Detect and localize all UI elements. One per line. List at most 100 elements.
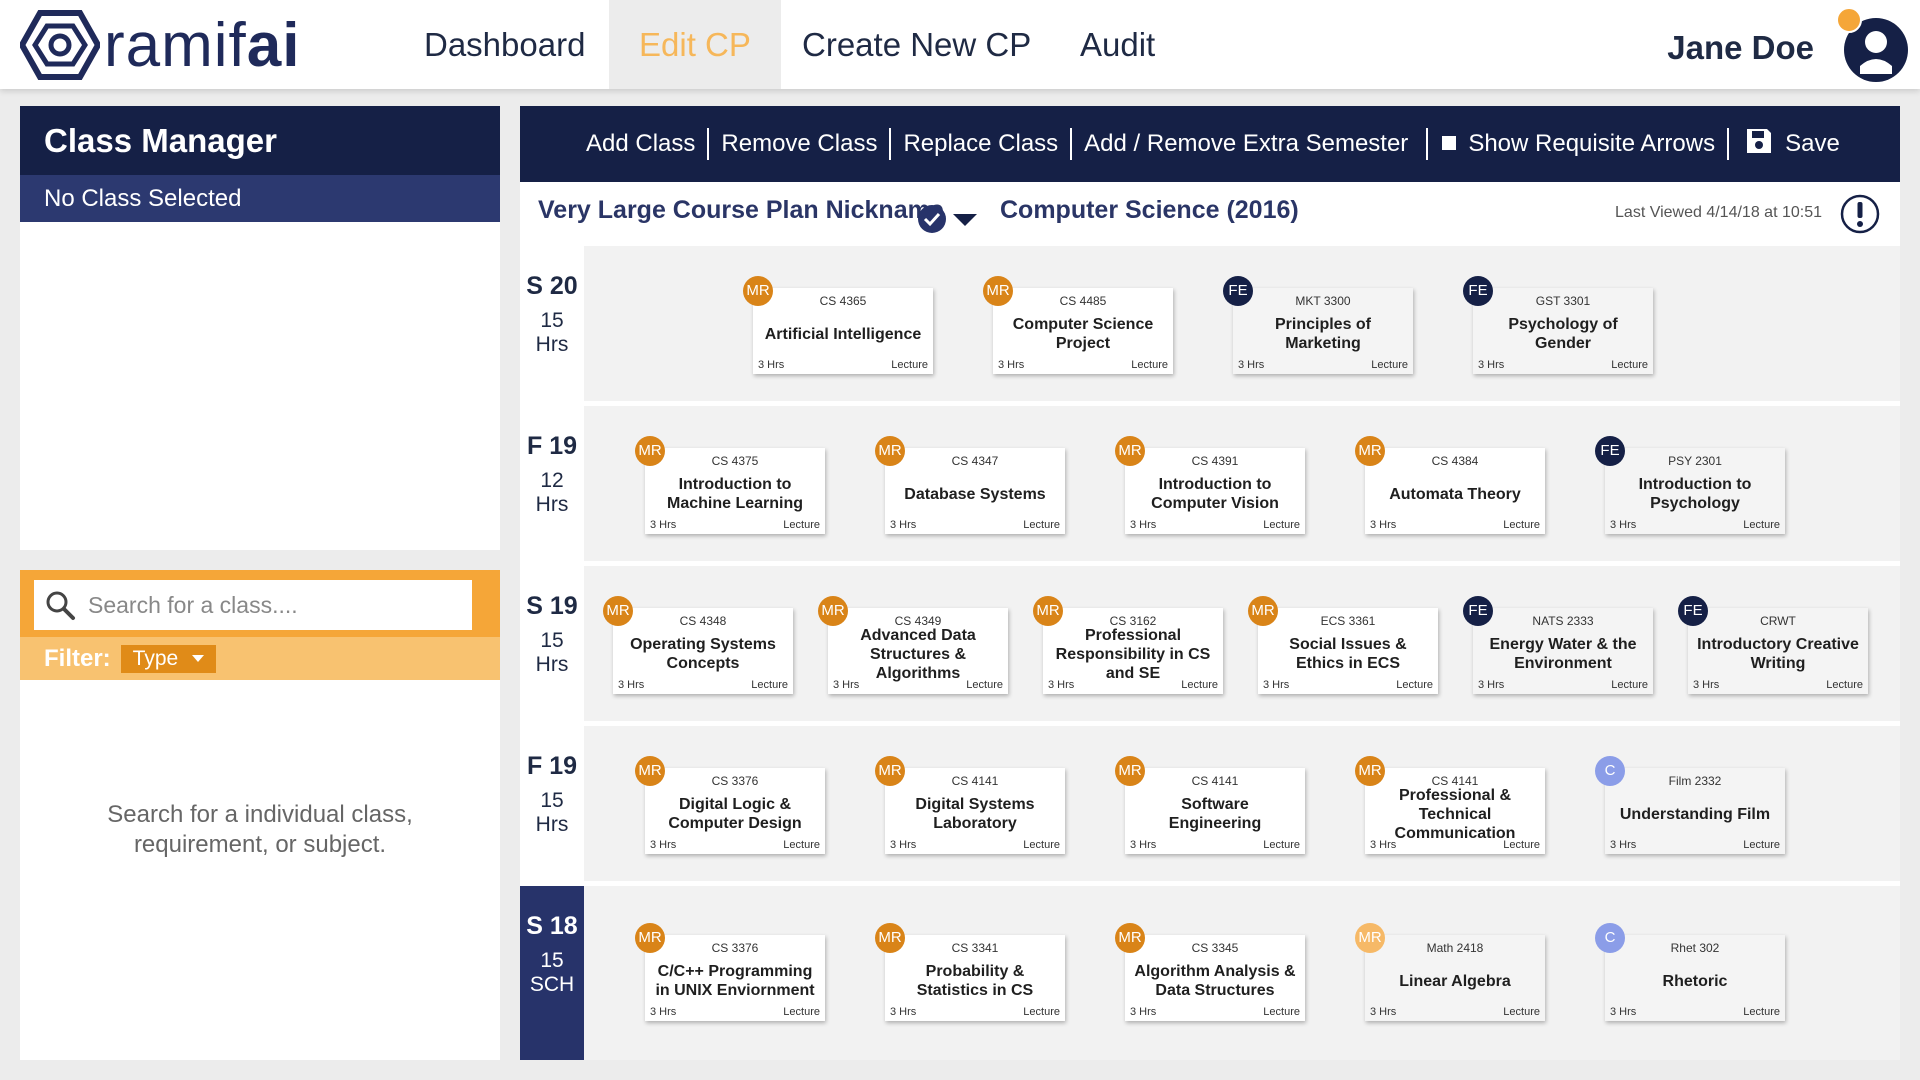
search-input[interactable] xyxy=(88,591,448,619)
class-title: Introduction to Machine Learning xyxy=(666,476,804,512)
filter-type-value: Type xyxy=(132,646,179,670)
replace-class-button[interactable]: Replace Class xyxy=(891,130,1070,158)
class-card[interactable]: MR CS 3376 Digital Logic & Computer Design… xyxy=(635,756,825,854)
plan-nickname[interactable]: Very Large Course Plan Nickname xyxy=(538,196,944,225)
user-avatar-icon[interactable] xyxy=(1834,8,1910,84)
extra-semester-button[interactable]: Add / Remove Extra Semester xyxy=(1072,130,1420,158)
remove-class-button[interactable]: Remove Class xyxy=(709,130,889,158)
class-hours: 3 Hrs xyxy=(618,679,645,691)
class-search-panel: Filter: Type Search for a individual cla… xyxy=(20,570,500,1060)
filter-label: Filter: xyxy=(44,644,111,672)
class-card[interactable]: MR CS 4347 Database Systems 3 Hrs Lecture xyxy=(875,436,1065,534)
class-title: Introduction to Computer Vision xyxy=(1151,476,1279,512)
search-bar-container xyxy=(20,570,500,637)
class-type: Lecture xyxy=(1023,839,1060,851)
class-hours: 3 Hrs xyxy=(1048,679,1075,691)
nav-dashboard[interactable]: Dashboard xyxy=(394,0,615,89)
checkbox-icon[interactable] xyxy=(1442,135,1457,150)
class-card[interactable]: MR ECS 3361 Social Issues & Ethics in ECS 3… xyxy=(1248,596,1438,694)
class-card[interactable]: MR CS 4485 Computer Science Project 3 Hrs Le… xyxy=(983,276,1173,374)
save-button[interactable]: Save xyxy=(1729,129,1852,159)
plan-dropdown-chevron-icon[interactable] xyxy=(953,214,977,226)
show-requisite-arrows-label: Show Requisite Arrows xyxy=(1468,130,1716,157)
ramifai-logo[interactable]: ramifai xyxy=(20,10,301,80)
class-card[interactable]: MR CS 3376 C/C++ Programming in UNIX Envio… xyxy=(635,923,825,1021)
class-card[interactable]: FE PSY 2301 Introduction to Psychology 3 Hr… xyxy=(1595,436,1785,534)
semester-hours-value: 15 xyxy=(540,789,564,812)
class-type: Lecture xyxy=(751,679,788,691)
save-icon xyxy=(1747,129,1772,154)
alert-icon[interactable] xyxy=(1840,194,1880,234)
class-type: Lecture xyxy=(1503,519,1540,531)
class-card[interactable]: MR CS 4391 Introduction to Computer Vision… xyxy=(1115,436,1305,534)
plan-header: Very Large Course Plan Nickname Computer… xyxy=(520,182,1900,246)
class-title: Advanced Data Structures & Algorithms xyxy=(860,626,976,682)
save-label: Save xyxy=(1785,129,1840,157)
nav-audit[interactable]: Audit xyxy=(1050,0,1185,89)
class-card[interactable]: FE GST 3301 Psychology of Gender 3 Hrs Lectu… xyxy=(1463,276,1653,374)
class-card[interactable]: FE MKT 3300 Principles of Marketing 3 Hrs Le… xyxy=(1223,276,1413,374)
search-box[interactable] xyxy=(34,580,472,630)
class-hours: 3 Hrs xyxy=(1478,679,1505,691)
class-card[interactable]: MR CS 4141 Professional & Technical Commun… xyxy=(1355,756,1545,854)
class-type: Lecture xyxy=(966,679,1003,691)
semester-row: S 20 15 Hrs MR CS 4365 Artificial Intelligenc… xyxy=(520,246,1900,401)
semester-label: S 19 15 Hrs xyxy=(520,566,584,721)
class-type: Lecture xyxy=(1743,519,1780,531)
semester-hours: 15 Hrs xyxy=(520,629,584,677)
class-hours: 3 Hrs xyxy=(833,679,860,691)
class-type: Lecture xyxy=(1743,839,1780,851)
class-card[interactable]: FE NATS 2333 Energy Water & the Environmen… xyxy=(1463,596,1653,694)
class-hours: 3 Hrs xyxy=(1370,519,1397,531)
class-card[interactable]: MR CS 4141 Software Engineering 3 Hrs Lectur… xyxy=(1115,756,1305,854)
class-hours: 3 Hrs xyxy=(650,1006,677,1018)
class-code: GST 3301 xyxy=(1535,294,1591,308)
class-hours: 3 Hrs xyxy=(1370,1006,1397,1018)
class-hours: 3 Hrs xyxy=(998,359,1025,371)
class-card[interactable]: MR CS 4384 Automata Theory 3 Hrs Lecture xyxy=(1355,436,1545,534)
class-card[interactable]: MR CS 3341 Probability & Statistics in CS 3… xyxy=(875,923,1065,1021)
class-card[interactable]: MR CS 4349 Advanced Data Structures & Algo… xyxy=(818,596,1008,694)
filter-type-select[interactable]: Type xyxy=(120,644,217,673)
class-card[interactable]: MR CS 3345 Algorithm Analysis & Data Struc… xyxy=(1115,923,1305,1021)
class-card[interactable]: MR Math 2418 Linear Algebra 3 Hrs Lecture xyxy=(1355,923,1545,1021)
class-card[interactable]: C Rhet 302 Rhetoric 3 Hrs Lecture xyxy=(1595,923,1785,1021)
class-hours: 3 Hrs xyxy=(1130,1006,1157,1018)
class-title: Understanding Film xyxy=(1619,805,1771,823)
nav-create-new-cp[interactable]: Create New CP xyxy=(772,0,1061,89)
class-card[interactable]: MR CS 4348 Operating Systems Concepts 3 Hrs… xyxy=(603,596,793,694)
semester-hours-unit: SCH xyxy=(529,973,575,996)
add-class-button[interactable]: Add Class xyxy=(574,130,707,158)
class-code: CS 4391 xyxy=(1191,454,1239,468)
class-title: Digital Systems Laboratory xyxy=(915,796,1035,832)
semester-hours-unit: Hrs xyxy=(535,333,569,356)
class-code: NATS 2333 xyxy=(1532,614,1594,628)
class-code: CS 4348 xyxy=(679,614,727,628)
logo-wordmark: ramifai xyxy=(104,10,301,80)
class-type: Lecture xyxy=(1503,839,1540,851)
class-type: Lecture xyxy=(783,519,820,531)
class-type: Lecture xyxy=(1503,1006,1540,1018)
show-requisite-arrows-toggle[interactable]: Show Requisite Arrows xyxy=(1428,130,1727,158)
nav-edit-cp[interactable]: Edit CP xyxy=(609,0,781,89)
class-title: Digital Logic & Computer Design xyxy=(668,796,802,832)
class-card[interactable]: FE CRWT Introductory Creative Writing 3 Hrs… xyxy=(1678,596,1868,694)
class-title: Database Systems xyxy=(904,485,1046,503)
caret-down-icon xyxy=(192,655,205,662)
semester-name: F 19 xyxy=(526,752,578,780)
class-card[interactable]: C Film 2332 Understanding Film 3 Hrs Lecture xyxy=(1595,756,1785,854)
class-hours: 3 Hrs xyxy=(650,519,677,531)
class-code: Math 2418 xyxy=(1426,941,1484,955)
class-code: CS 4384 xyxy=(1431,454,1479,468)
class-card[interactable]: MR CS 4141 Digital Systems Laboratory 3 Hrs… xyxy=(875,756,1065,854)
class-hours: 3 Hrs xyxy=(650,839,677,851)
class-card[interactable]: MR CS 3162 Professional Responsibility in … xyxy=(1033,596,1223,694)
semester-hours-unit: Hrs xyxy=(535,493,569,516)
user-name[interactable]: Jane Doe xyxy=(1667,0,1814,89)
class-card[interactable]: MR CS 4375 Introduction to Machine Learnin… xyxy=(635,436,825,534)
class-code: CS 3345 xyxy=(1191,941,1239,955)
class-type: Lecture xyxy=(1611,679,1648,691)
class-title: Principles of Marketing xyxy=(1274,316,1372,352)
semester-name: S 19 xyxy=(526,592,578,620)
class-card[interactable]: MR CS 4365 Artificial Intelligence 3 Hrs Lec… xyxy=(743,276,933,374)
